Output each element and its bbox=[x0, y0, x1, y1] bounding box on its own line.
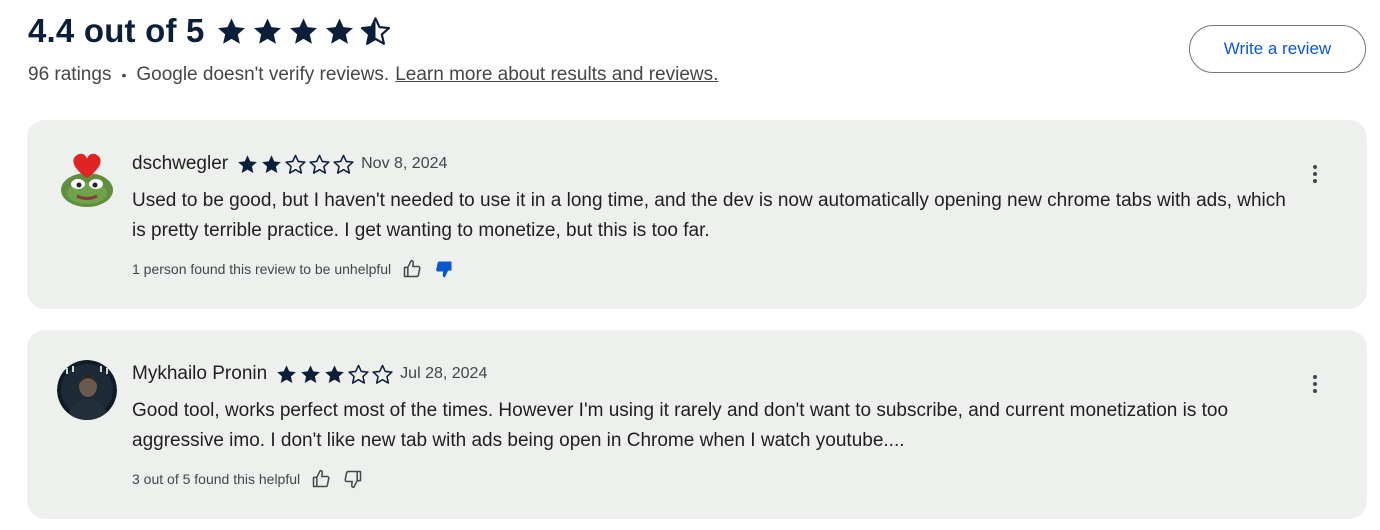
star-empty-icon bbox=[347, 363, 370, 386]
rating-stars bbox=[215, 15, 392, 48]
review-stars bbox=[275, 363, 394, 386]
separator-dot: • bbox=[121, 67, 127, 83]
review-stars bbox=[236, 153, 355, 176]
pepe-heart-avatar[interactable] bbox=[57, 150, 117, 210]
star-filled-icon bbox=[323, 363, 346, 386]
review-card: dschwegler Nov 8, 2024 Used to be good, … bbox=[27, 120, 1367, 309]
star-filled-icon bbox=[299, 363, 322, 386]
thumbs-up-button[interactable] bbox=[310, 468, 332, 490]
ratings-count: 96 ratings bbox=[28, 64, 112, 85]
verify-notice: Google doesn't verify reviews. bbox=[136, 64, 390, 85]
ratings-meta: 96 ratings • Google doesn't verify revie… bbox=[28, 64, 718, 86]
star-empty-icon bbox=[308, 153, 331, 176]
more-options-button[interactable] bbox=[1303, 372, 1327, 396]
rating-title: 4.4 out of 5 bbox=[28, 12, 205, 49]
review-header: Mykhailo Pronin Jul 28, 2024 bbox=[132, 362, 1302, 386]
thumbs-up-icon bbox=[403, 259, 421, 278]
star-empty-icon bbox=[332, 153, 355, 176]
review-header: dschwegler Nov 8, 2024 bbox=[132, 152, 1302, 176]
star-half-icon bbox=[359, 15, 392, 48]
thumbs-up-icon bbox=[312, 469, 330, 488]
rating-summary: 4.4 out of 5 bbox=[28, 12, 718, 50]
photo-avatar[interactable] bbox=[57, 360, 117, 420]
review-date: Jul 28, 2024 bbox=[400, 365, 488, 382]
more-vert-icon bbox=[1313, 375, 1317, 379]
thumbs-down-icon bbox=[436, 261, 452, 278]
thumbs-down-button[interactable] bbox=[433, 258, 455, 280]
helpful-count: 1 person found this review to be unhelpf… bbox=[132, 261, 392, 277]
review-text: Good tool, works perfect most of the tim… bbox=[132, 400, 1229, 451]
star-filled-icon bbox=[236, 153, 259, 176]
review-card: Mykhailo Pronin Jul 28, 2024 Good tool, … bbox=[27, 330, 1367, 519]
helpful-row: 3 out of 5 found this helpful bbox=[132, 468, 1302, 490]
star-filled-icon bbox=[323, 15, 356, 48]
more-vert-icon bbox=[1313, 165, 1317, 169]
ratings-header: 4.4 out of 5 96 ratings • Google doesn't… bbox=[28, 12, 718, 86]
review-body: dschwegler Nov 8, 2024 Used to be good, … bbox=[132, 152, 1302, 280]
more-options-button[interactable] bbox=[1303, 162, 1327, 186]
thumbs-down-icon bbox=[344, 470, 362, 489]
thumbs-up-button[interactable] bbox=[401, 258, 423, 280]
author-name[interactable]: dschwegler bbox=[132, 153, 228, 175]
review-text: Used to be good, but I haven't needed to… bbox=[132, 190, 1286, 241]
star-filled-icon bbox=[215, 15, 248, 48]
helpful-row: 1 person found this review to be unhelpf… bbox=[132, 258, 1302, 280]
review-body: Mykhailo Pronin Jul 28, 2024 Good tool, … bbox=[132, 362, 1302, 490]
star-filled-icon bbox=[287, 15, 320, 48]
helpful-count: 3 out of 5 found this helpful bbox=[132, 471, 301, 487]
author-name[interactable]: Mykhailo Pronin bbox=[132, 363, 267, 385]
star-empty-icon bbox=[284, 153, 307, 176]
star-empty-icon bbox=[371, 363, 394, 386]
write-review-button[interactable]: Write a review bbox=[1189, 25, 1366, 73]
star-filled-icon bbox=[275, 363, 298, 386]
learn-more-link[interactable]: Learn more about results and reviews. bbox=[395, 64, 718, 86]
review-date: Nov 8, 2024 bbox=[361, 155, 448, 172]
star-filled-icon bbox=[260, 153, 283, 176]
star-filled-icon bbox=[251, 15, 284, 48]
thumbs-down-button[interactable] bbox=[342, 468, 364, 490]
